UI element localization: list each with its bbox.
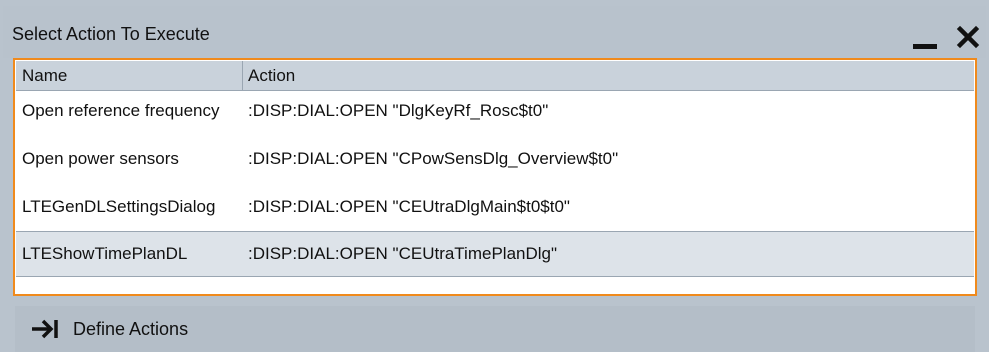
minimize-icon: [913, 44, 937, 49]
row-name: LTEShowTimePlanDL: [22, 244, 188, 263]
table-header: Name Action: [16, 61, 974, 91]
row-action: :DISP:DIAL:OPEN "CPowSensDlg_Overview$t0…: [248, 149, 619, 168]
row-name: Open reference frequency: [22, 101, 220, 120]
close-button[interactable]: [953, 22, 983, 52]
column-divider[interactable]: [242, 61, 243, 90]
table-row-selected[interactable]: LTEShowTimePlanDL :DISP:DIAL:OPEN "CEUtr…: [16, 231, 974, 277]
dialog-title: Select Action To Execute: [12, 24, 210, 44]
define-actions-button[interactable]: Define Actions: [15, 306, 975, 352]
column-header-action[interactable]: Action: [248, 61, 295, 90]
table-row[interactable]: Open reference frequency :DISP:DIAL:OPEN…: [16, 91, 974, 131]
minimize-button[interactable]: [911, 26, 941, 54]
dialog-titlebar: Select Action To Execute: [3, 6, 986, 58]
arrow-to-bar-icon: [32, 319, 58, 339]
define-actions-label: Define Actions: [73, 319, 189, 339]
row-name: LTEGenDLSettingsDialog: [22, 197, 216, 216]
row-action: :DISP:DIAL:OPEN "DlgKeyRf_Rosc$t0": [248, 101, 549, 120]
column-header-name[interactable]: Name: [22, 61, 67, 90]
select-action-dialog: Select Action To Execute Name Action Ope…: [0, 0, 989, 352]
table-row[interactable]: Open power sensors :DISP:DIAL:OPEN "CPow…: [16, 139, 974, 179]
actions-table: Name Action Open reference frequency :DI…: [13, 58, 977, 296]
row-action: :DISP:DIAL:OPEN "CEUtraTimePlanDlg": [248, 244, 558, 263]
row-name: Open power sensors: [22, 149, 179, 168]
row-action: :DISP:DIAL:OPEN "CEUtraDlgMain$t0$t0": [248, 197, 570, 216]
table-row[interactable]: LTEGenDLSettingsDialog :DISP:DIAL:OPEN "…: [16, 187, 974, 227]
close-icon: [956, 25, 980, 49]
